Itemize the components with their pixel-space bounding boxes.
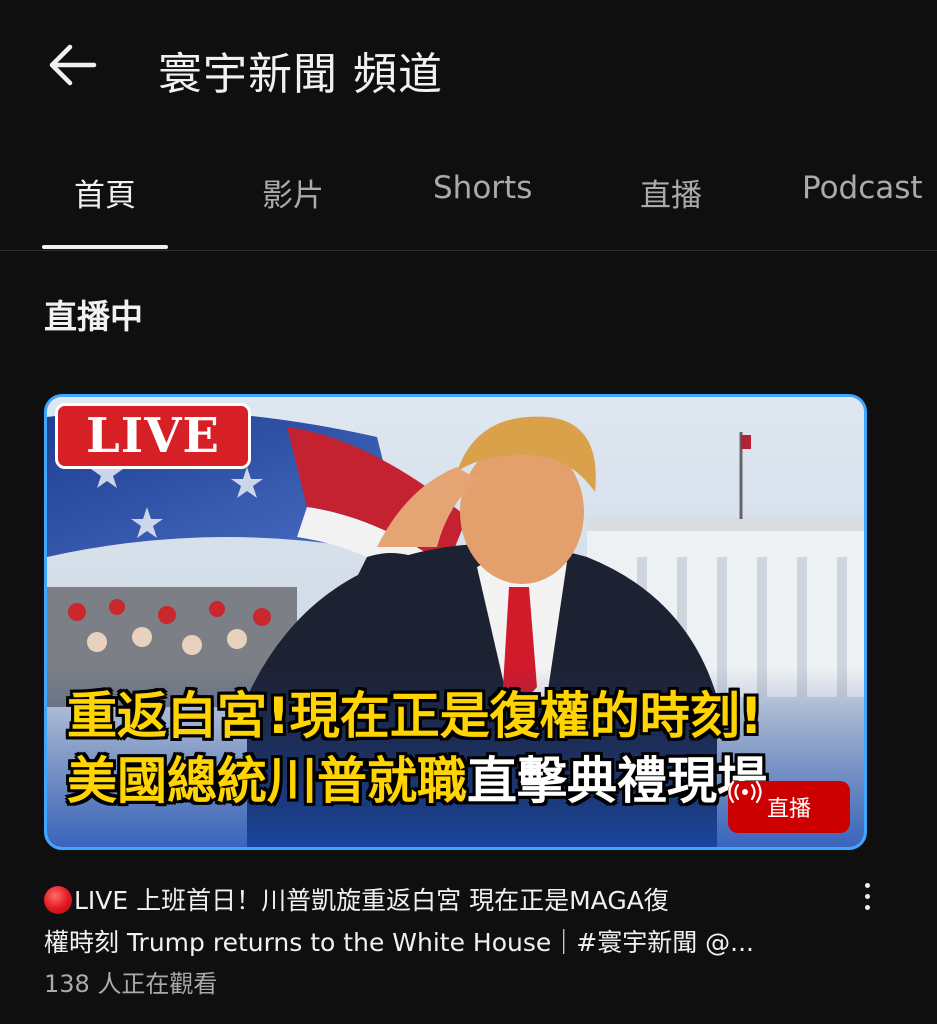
tab-podcast[interactable]: Podcast	[802, 170, 923, 210]
channel-title: 寰宇新聞 頻道	[158, 49, 443, 100]
thumbnail-headline-line2-yellow: 美國總統川普就職	[67, 752, 467, 810]
tab-home[interactable]: 首頁	[74, 170, 136, 214]
tab-videos[interactable]: 影片	[262, 170, 324, 214]
more-vert-icon[interactable]	[852, 876, 882, 916]
video-title[interactable]: LIVE 上班首日！川普凱旋重返白宮 現在正是MAGA復 權時刻 Trump r…	[44, 880, 844, 964]
thumbnail-headline-line1: 重返白宮!現在正是復權的時刻!	[67, 687, 763, 745]
live-badge: 直播	[728, 781, 850, 833]
red-circle-icon	[44, 886, 72, 914]
top-app-bar: 寰宇新聞 頻道	[0, 0, 937, 135]
tab-live[interactable]: 直播	[640, 170, 702, 214]
tab-shorts[interactable]: Shorts	[433, 170, 532, 210]
menu-dot	[864, 904, 870, 910]
thumbnail-live-tag: LIVE	[55, 403, 251, 469]
video-title-line1: LIVE 上班首日！川普凱旋重返白宮 現在正是MAGA復	[74, 886, 669, 915]
viewer-count: 138 人正在觀看	[44, 970, 218, 998]
tabs-divider	[0, 250, 937, 251]
live-badge-label: 直播	[766, 797, 811, 822]
video-thumbnail[interactable]: LIVE 重返白宮!現在正是復權的時刻! 美國總統川普就職直擊典禮現場 直播	[44, 394, 867, 850]
channel-tabs: 首頁 影片 Shorts 直播 Podcast	[0, 150, 937, 250]
back-button[interactable]	[44, 40, 100, 90]
menu-dot	[864, 882, 870, 888]
arrow-left-icon	[49, 44, 97, 86]
menu-dot	[864, 893, 870, 899]
active-tab-indicator	[42, 245, 168, 249]
broadcast-icon	[728, 781, 762, 803]
video-meta[interactable]: LIVE 上班首日！川普凱旋重返白宮 現在正是MAGA復 權時刻 Trump r…	[44, 880, 844, 999]
section-title: 直播中	[44, 297, 143, 336]
video-title-line2: 權時刻 Trump returns to the White House｜#寰宇…	[44, 928, 754, 957]
thumbnail-headline-line2-white: 直擊典禮現場	[467, 752, 767, 810]
